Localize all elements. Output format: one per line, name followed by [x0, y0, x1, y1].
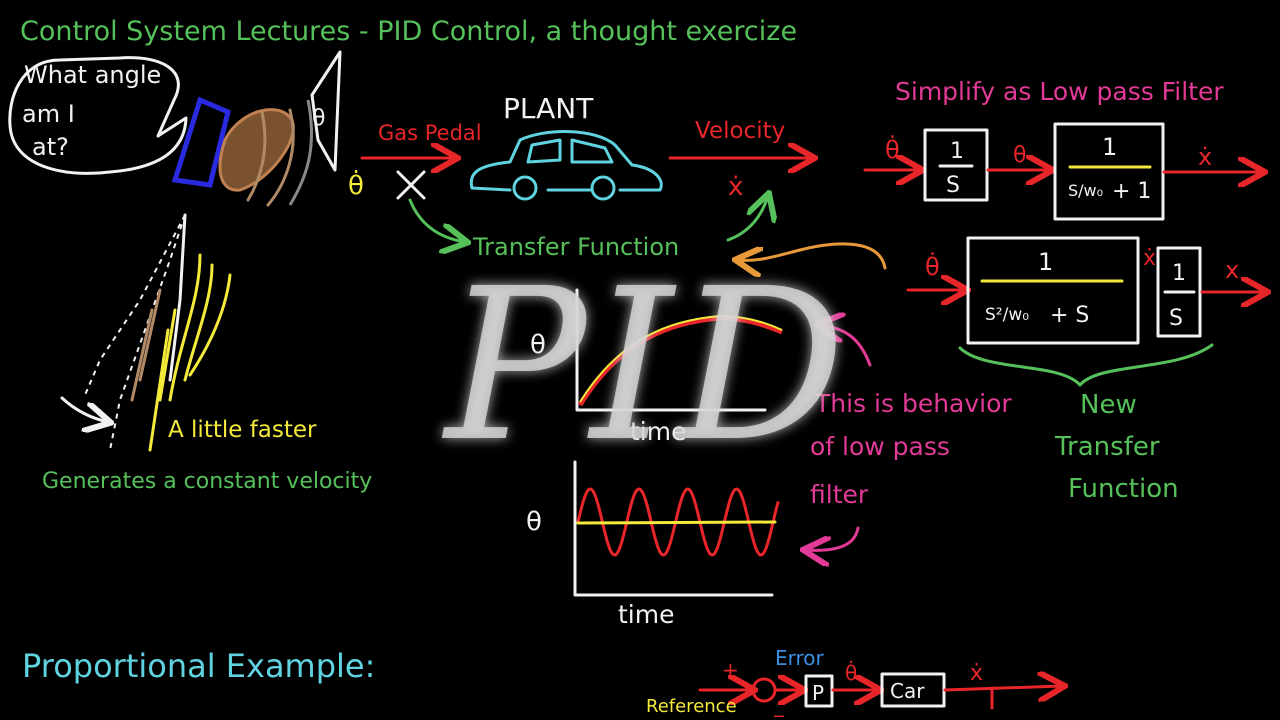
bottom-x-dot: ẋ [970, 661, 983, 686]
mean-line [576, 520, 777, 525]
row2-x: x [1225, 256, 1239, 284]
new-tf-line-3: Function [1068, 474, 1179, 504]
lecture-title: Control System Lectures - PID Control, a… [20, 16, 797, 47]
row1-x-dot: ẋ [1198, 143, 1212, 171]
brace [958, 343, 1214, 387]
minus-sign: _ [773, 693, 785, 717]
p-label: P [812, 681, 824, 705]
plant-label: PLANT [503, 92, 594, 125]
simplify-label: Simplify as Low pass Filter [895, 77, 1224, 106]
new-tf-line-2: Transfer [1054, 432, 1160, 462]
block1-den: S [946, 173, 960, 198]
block2-den: S [1169, 306, 1183, 331]
row1-theta-dot: θ̇ [885, 135, 900, 164]
output-x-dot: ẋ [728, 172, 743, 202]
pid-watermark: PID [441, 243, 850, 488]
row2-x-dot: ẋ [1143, 246, 1156, 271]
cross-mark [396, 170, 426, 200]
gas-pedal-label: Gas Pedal [378, 121, 482, 145]
bubble-line-1: What angle [24, 61, 161, 89]
block1-num: 1 [950, 139, 964, 164]
tf-arrow-out [726, 196, 768, 242]
proportional-example: Proportional Example: Error + _ Referenc… [22, 646, 1062, 717]
plot2-time: time [618, 600, 674, 629]
proportional-example-label: Proportional Example: [22, 647, 375, 685]
error-label: Error [775, 646, 825, 670]
ntf-num: 1 [1038, 248, 1053, 276]
ntf-plus-s: + S [1050, 303, 1089, 328]
velocity-label: Velocity [695, 118, 785, 144]
input-theta-dot: θ̇ [348, 168, 364, 201]
faster-label: A little faster [168, 417, 317, 443]
plus-sign: + [722, 658, 739, 682]
row2-theta-dot: θ̇ [925, 252, 940, 281]
whiteboard: Control System Lectures - PID Control, a… [8, 16, 1280, 717]
row1-theta: θ [1013, 143, 1026, 168]
bottom-theta-dot: θ̇ [845, 660, 857, 685]
constant-velocity-label: Generates a constant velocity [42, 469, 372, 494]
bubble-line-2: am I [22, 100, 75, 128]
bubble-line-3: at? [32, 133, 69, 161]
ntf-s2-over-w0: S²/w₀ [985, 305, 1029, 325]
pedal-theta: θ [312, 106, 325, 131]
block2-num: 1 [1172, 261, 1186, 286]
plant-diagram: Gas Pedal θ̇ PLANT Velocity ẋ Transfer F… [348, 92, 887, 268]
pedal-angle-sketch: A little faster Generates a constant vel… [42, 213, 372, 494]
speech-bubble: What angle am I at? [8, 56, 188, 175]
plot2-theta: θ [526, 507, 542, 537]
lp-plus-one: + 1 [1112, 179, 1151, 204]
reference-label: Reference [646, 696, 737, 717]
car-label: Car [890, 679, 925, 703]
new-tf-line-1: New [1080, 390, 1137, 420]
tf-arrow-in [408, 198, 465, 242]
foot-pedal-sketch: θ [171, 50, 342, 207]
car-sketch [469, 130, 663, 201]
lp-num: 1 [1102, 133, 1117, 161]
summing-junction [751, 677, 777, 703]
lp-s-over-w0: S/w₀ [1068, 181, 1103, 200]
